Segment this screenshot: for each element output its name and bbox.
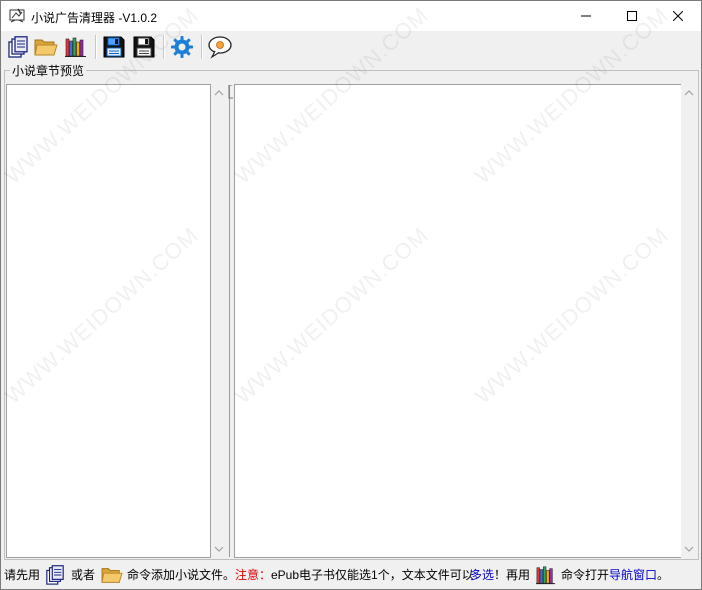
toolbar-separator — [201, 35, 203, 59]
maximize-button[interactable] — [609, 1, 655, 31]
splitter-line — [229, 85, 230, 557]
speech-bubble-icon — [208, 36, 232, 59]
minimize-icon — [581, 15, 591, 17]
navigation-button[interactable] — [63, 34, 89, 60]
chapter-preview-label: 小说章节预览 — [10, 64, 87, 78]
status-text: 命令添加小说文件。 — [127, 568, 236, 582]
gear-icon — [171, 36, 193, 58]
save-button[interactable] — [131, 34, 157, 60]
pane-splitter[interactable] — [228, 84, 233, 557]
books-icon — [535, 565, 556, 585]
toolbar-separator — [95, 35, 97, 59]
app-icon — [9, 8, 25, 24]
chapter-list[interactable] — [6, 84, 211, 558]
toolbar — [1, 31, 701, 63]
status-text: ！再用 — [494, 568, 531, 582]
books-icon — [65, 37, 86, 57]
pages-icon — [45, 565, 65, 585]
window-title: 小说广告清理器 -V1.0.2 — [31, 11, 158, 25]
status-multi-select: 多选 — [470, 568, 495, 582]
status-bar: 请先用 或者 命令添加小说文件。 注意： ePub电子书仅能选1个，文本文件可以… — [1, 561, 701, 589]
status-text: 请先用 — [4, 568, 41, 582]
pages-icon — [8, 36, 28, 58]
scroll-down-icon[interactable] — [684, 545, 694, 553]
close-icon — [673, 11, 683, 21]
folder-icon — [101, 565, 123, 585]
scroll-up-icon[interactable] — [684, 89, 694, 97]
content-scrollbar[interactable] — [681, 85, 697, 557]
title-bar: 小说广告清理器 -V1.0.2 — [1, 1, 701, 31]
status-text: 命令打开 — [561, 568, 610, 582]
splitter-grip-icon[interactable] — [228, 84, 233, 99]
toolbar-separator — [163, 35, 165, 59]
maximize-icon — [627, 11, 637, 21]
folder-icon — [34, 39, 58, 56]
close-button[interactable] — [655, 1, 701, 31]
app-window: 小说广告清理器 -V1.0.2 小说章节预览 请先用 或者 命令添加小说文件。 … — [0, 0, 702, 590]
settings-button[interactable] — [169, 34, 195, 60]
status-nav-window: 导航窗口 — [609, 568, 658, 582]
status-note-label: 注意： — [235, 568, 272, 582]
open-folder-button[interactable] — [33, 34, 59, 60]
about-button[interactable] — [207, 34, 233, 60]
scroll-down-icon[interactable] — [214, 545, 224, 553]
chapter-list-scrollbar[interactable] — [211, 85, 227, 557]
scroll-up-icon[interactable] — [214, 89, 224, 97]
save-blue-icon — [103, 36, 125, 58]
save-blue-button[interactable] — [101, 34, 127, 60]
status-text: 或者 — [71, 568, 96, 582]
status-text: 。 — [657, 568, 670, 582]
add-files-button[interactable] — [5, 34, 31, 60]
chapter-content-view[interactable] — [234, 84, 681, 558]
save-icon — [133, 36, 155, 58]
minimize-button[interactable] — [563, 1, 609, 31]
status-text: ePub电子书仅能选1个，文本文件可以 — [271, 568, 474, 582]
